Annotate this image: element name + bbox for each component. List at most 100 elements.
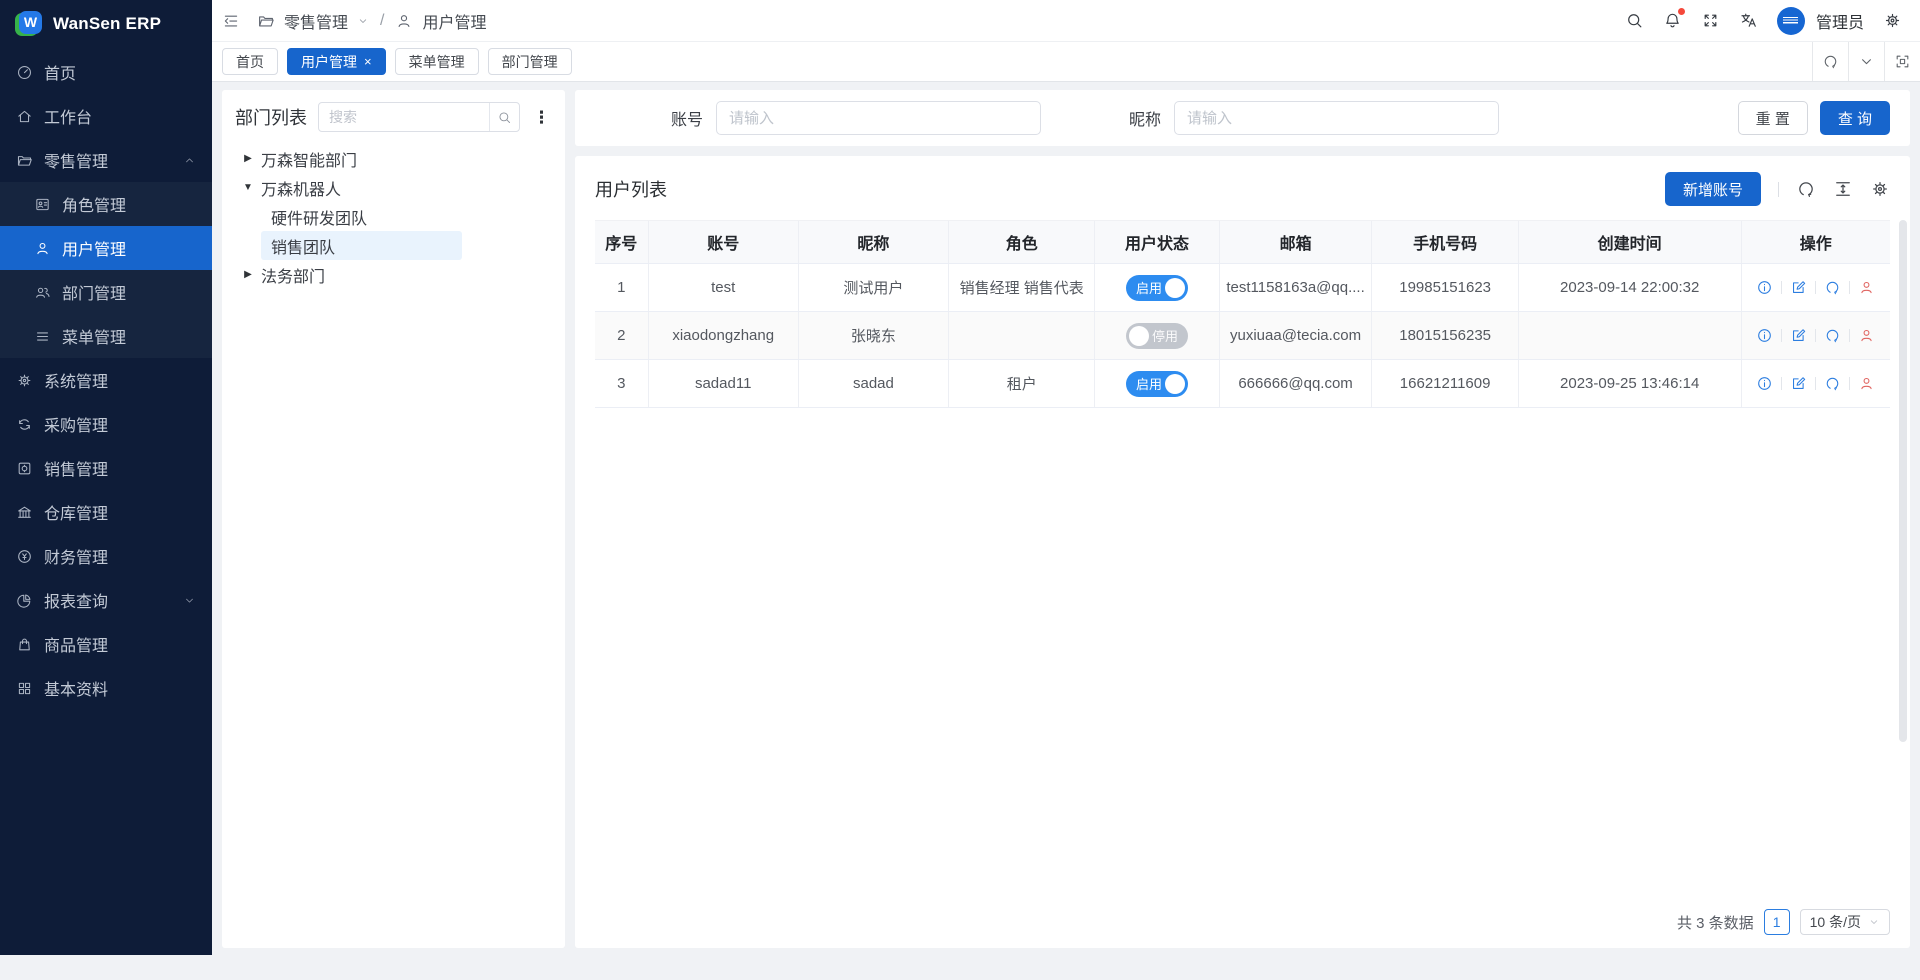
breadcrumb-parent[interactable]: 零售管理 [284,9,348,33]
add-account-button[interactable]: 新增账号 [1665,172,1761,206]
topbar: 零售管理 / 用户管理 管理员 [212,0,1920,41]
status-toggle[interactable]: 启用 [1126,275,1188,301]
sidebar-item-purchasing[interactable]: 采购管理 [0,402,212,446]
tree-node-wansen-intelligence[interactable]: ▶ 万森智能部门 [235,144,552,173]
tree-node-hardware-team[interactable]: 硬件研发团队 [235,202,552,231]
filter-buttons: 重 置 查 询 [1738,101,1890,135]
sidebar-item-basic-data[interactable]: 基本资料 [0,666,212,710]
menu-icon [34,328,51,345]
user-list-card: 用户列表 新增账号 [575,156,1910,948]
cell-roles: 租户 [949,360,1095,408]
sidebar-item-roles[interactable]: 角色管理 [0,182,212,226]
delete-user-icon[interactable] [1858,327,1875,344]
cell-phone: 16621211609 [1372,360,1518,408]
department-search-input[interactable] [319,109,489,125]
tab-user-management[interactable]: 用户管理 × [287,48,386,75]
caret-right-icon[interactable]: ▶ [235,269,261,280]
translate-icon[interactable] [1739,11,1758,30]
reset-password-icon[interactable] [1824,327,1841,344]
cell-index: 2 [595,312,648,360]
sidebar-item-home[interactable]: 首页 [0,50,212,94]
department-search-button[interactable] [489,103,519,131]
sidebar-item-users[interactable]: 用户管理 [0,226,212,270]
edit-icon[interactable] [1790,375,1807,392]
sidebar-item-system[interactable]: 系统管理 [0,358,212,402]
home-icon [16,108,33,125]
kebab-menu-icon[interactable]: ⋮ [531,109,552,126]
row-height-icon[interactable] [1833,179,1853,199]
nickname-input[interactable] [1174,101,1499,135]
status-label: 启用 [1136,278,1162,297]
account-input[interactable] [716,101,1041,135]
scrollbar-thumb[interactable] [1899,220,1907,742]
reset-password-icon[interactable] [1824,279,1841,296]
edit-icon[interactable] [1790,279,1807,296]
chevron-down-icon[interactable] [357,15,369,27]
row-actions [1743,279,1889,296]
page-size-select[interactable]: 10 条/页 [1800,909,1890,935]
cell-created: 2023-09-25 13:46:14 [1518,360,1741,408]
caret-down-icon[interactable]: ▼ [235,182,261,193]
main-area: 零售管理 / 用户管理 管理员 首页 [212,0,1920,955]
row-actions [1743,327,1889,344]
col-nickname: 昵称 [798,221,948,264]
page-number-button[interactable]: 1 [1764,909,1790,935]
detail-info-icon[interactable] [1756,375,1773,392]
sidebar-item-retail[interactable]: 零售管理 [0,138,212,182]
detail-info-icon[interactable] [1756,279,1773,296]
tab-close-icon[interactable]: × [364,55,372,68]
sidebar-item-reports[interactable]: 报表查询 [0,578,212,622]
reset-button[interactable]: 重 置 [1738,101,1808,135]
delete-user-icon[interactable] [1858,375,1875,392]
sidebar-nav: 首页 工作台 零售管理 角色管理 用户管理 [0,48,212,955]
search-icon[interactable] [1625,11,1644,30]
delete-user-icon[interactable] [1858,279,1875,296]
sidebar-item-products[interactable]: 商品管理 [0,622,212,666]
sidebar-item-finance[interactable]: 财务管理 [0,534,212,578]
sidebar-item-workbench[interactable]: 工作台 [0,94,212,138]
cell-nickname: 测试用户 [798,264,948,312]
toggle-knob [1165,374,1185,394]
caret-right-icon[interactable]: ▶ [235,153,261,164]
settings-gear-icon[interactable] [1883,11,1902,30]
cell-account: test [648,264,798,312]
fullscreen-icon[interactable] [1701,11,1720,30]
current-user-name[interactable]: 管理员 [1816,9,1864,33]
sidebar-item-warehouse[interactable]: 仓库管理 [0,490,212,534]
tab-list-dropdown-button[interactable] [1848,42,1884,81]
sidebar-item-label: 首页 [44,60,76,84]
tree-node-sales-team[interactable]: 销售团队 [235,231,552,260]
tree-node-wansen-robot[interactable]: ▼ 万森机器人 [235,173,552,202]
sidebar-item-sales[interactable]: 销售管理 [0,446,212,490]
avatar[interactable] [1777,7,1805,35]
sidebar-item-label: 零售管理 [44,148,108,172]
query-button[interactable]: 查 询 [1820,101,1890,135]
col-account: 账号 [648,221,798,264]
refresh-table-icon[interactable] [1796,179,1816,199]
collapse-sidebar-icon[interactable] [222,12,240,30]
edit-icon[interactable] [1790,327,1807,344]
action-divider [1849,329,1850,342]
notifications-button[interactable] [1663,11,1682,30]
chevron-down-icon [1868,916,1880,928]
sidebar-item-menus[interactable]: 菜单管理 [0,314,212,358]
tab-department-management[interactable]: 部门管理 [488,48,572,75]
status-toggle[interactable]: 启用 [1126,371,1188,397]
column-settings-gear-icon[interactable] [1870,179,1890,199]
action-divider [1781,329,1782,342]
sidebar-item-label: 菜单管理 [62,324,126,348]
maximize-content-button[interactable] [1884,42,1920,81]
department-panel: 部门列表 ⋮ ▶ 万森智能部门 ▼ [222,90,565,948]
reset-password-icon[interactable] [1824,375,1841,392]
selected-tree-node: 销售团队 [261,231,462,260]
detail-info-icon[interactable] [1756,327,1773,344]
table-scrollbar[interactable] [1899,220,1907,980]
col-created: 创建时间 [1518,221,1741,264]
refresh-tab-button[interactable] [1812,42,1848,81]
status-toggle[interactable]: 停用 [1126,323,1188,349]
retail-submenu: 角色管理 用户管理 部门管理 菜单管理 [0,182,212,358]
sidebar-item-departments[interactable]: 部门管理 [0,270,212,314]
tab-menu-management[interactable]: 菜单管理 [395,48,479,75]
tab-home[interactable]: 首页 [222,48,278,75]
tree-node-legal-department[interactable]: ▶ 法务部门 [235,260,552,289]
